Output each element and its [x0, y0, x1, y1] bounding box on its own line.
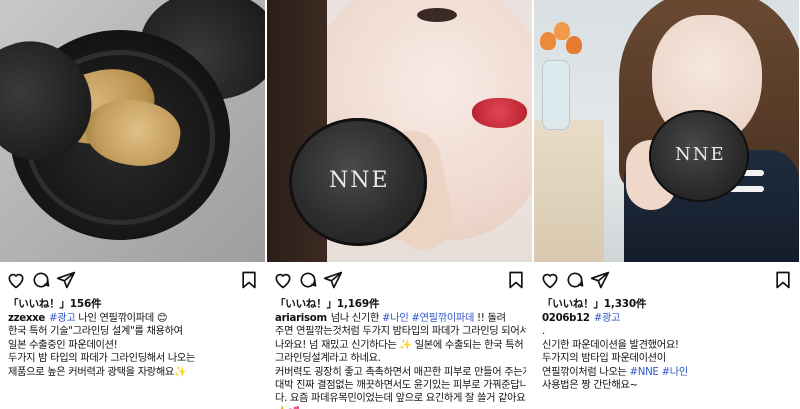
username[interactable]: ariarisom: [275, 313, 327, 324]
hashtag[interactable]: #연필깎이파데: [411, 313, 474, 324]
caption-line: 사용법은 짱 간단해요~: [542, 380, 638, 392]
share-icon[interactable]: [323, 270, 343, 290]
caption-line: 한국 특허 기술"그라인딩 설계"를 채용하여: [8, 326, 183, 338]
caption-line: 커버력도 굉장히 좋고 촉촉하면서 매끈한 피부로 만들어 주는게: [275, 366, 526, 378]
caption-text: 넘나 신기한: [330, 313, 380, 324]
bookmark-icon[interactable]: [773, 270, 793, 290]
instagram-post-1: 「いいね！」156件 zzexxe #광고 나인 연필깎이파데 😊 한국 특허 기…: [0, 0, 265, 409]
heart-icon[interactable]: [540, 270, 560, 290]
hashtag[interactable]: #나인: [662, 367, 689, 378]
caption-text: !! 돌려: [477, 313, 506, 324]
post-2-photo[interactable]: NNE: [267, 0, 532, 262]
like-count[interactable]: 「いいね！」1,330件: [542, 296, 647, 311]
instagram-post-collage: 「いいね！」156件 zzexxe #광고 나인 연필깎이파데 😊 한국 특허 기…: [0, 0, 800, 409]
hashtag[interactable]: #광고: [49, 313, 76, 324]
post-1-photo[interactable]: [0, 0, 265, 262]
username[interactable]: 0206b12: [542, 313, 590, 324]
model-lips: [472, 98, 527, 128]
post-actions: [6, 270, 259, 292]
shelf: [534, 120, 604, 262]
product-logo: NNE: [329, 168, 390, 193]
instagram-post-2: NNE 「いいね！」1,169件 ariarisom 넘나 신기한 #나인 #연필…: [267, 0, 532, 409]
caption-line: 일본 수출중인 파운데이션!: [8, 339, 118, 351]
flower-vase: [542, 60, 570, 130]
heart-icon[interactable]: [273, 270, 293, 290]
bookmark-icon[interactable]: [506, 270, 526, 290]
caption-line: 대박 진짜 결점없는 깨끗하면서도 윤기있는 피부로 가꿔준답니: [275, 380, 526, 392]
post-caption: 0206b12 #광고 . 신기한 파운데이션을 발견했어요! 두가지의 밤타입 …: [542, 312, 793, 392]
post-actions: [273, 270, 526, 292]
caption-line: 두가지의 밤타입 파운데이션이: [542, 353, 666, 365]
username[interactable]: zzexxe: [8, 313, 45, 324]
product-compact: NNE: [649, 110, 749, 202]
product-logo: NNE: [675, 144, 726, 165]
like-count[interactable]: 「いいね！」156件: [8, 296, 102, 311]
product-compact: NNE: [289, 118, 427, 246]
model-eye: [417, 8, 457, 22]
tulip: [554, 22, 570, 40]
post-actions: [540, 270, 793, 292]
heart-icon[interactable]: [6, 270, 26, 290]
hashtag[interactable]: #NNE: [630, 367, 659, 378]
caption-line: .: [542, 326, 545, 338]
caption-text: 연필깎이처럼 나오는: [542, 366, 627, 378]
comment-icon[interactable]: [565, 270, 585, 290]
caption-line: 제품으로 높은 커버력과 광택을 자랑해요✨: [8, 366, 187, 378]
caption-line: 두가지 밤 타입의 파데가 그라인딩해서 나오는: [8, 353, 196, 365]
caption-line: 그라인딩설계라고 하네요.: [275, 353, 381, 365]
caption-line: 주면 연필깎는것처럼 두가지 밤타입의 파데가 그라인딩 되어서: [275, 326, 526, 338]
comment-icon[interactable]: [31, 270, 51, 290]
hashtag[interactable]: #광고: [594, 313, 621, 324]
caption-text: 나인 연필깎이파데 😊: [78, 313, 168, 324]
tulip: [566, 36, 582, 54]
comment-icon[interactable]: [298, 270, 318, 290]
like-count[interactable]: 「いいね！」1,169件: [275, 296, 380, 311]
post-3-photo[interactable]: NNE: [534, 0, 799, 262]
post-caption: ariarisom 넘나 신기한 #나인 #연필깎이파데 !! 돌려 주면 연필깎…: [275, 312, 526, 409]
instagram-post-3: NNE 「いいね！」1,330件 0206b12 #광고 . 신기한 파운데이션을…: [534, 0, 799, 409]
bookmark-icon[interactable]: [239, 270, 259, 290]
share-icon[interactable]: [590, 270, 610, 290]
caption-line: 다. 요즘 파데유목민이었는데 앞으로 요긴하게 잘 쓸거 같아요: [275, 393, 526, 405]
caption-line: 신기한 파운데이션을 발견했어요!: [542, 339, 679, 351]
hashtag[interactable]: #나인: [382, 313, 409, 324]
post-caption: zzexxe #광고 나인 연필깎이파데 😊 한국 특허 기술"그라인딩 설계"를…: [8, 312, 259, 379]
caption-line: 나와요! 넘 재밌고 신기하다는 ✨ 일본에 수출되는 한국 특허: [275, 339, 524, 351]
share-icon[interactable]: [56, 270, 76, 290]
